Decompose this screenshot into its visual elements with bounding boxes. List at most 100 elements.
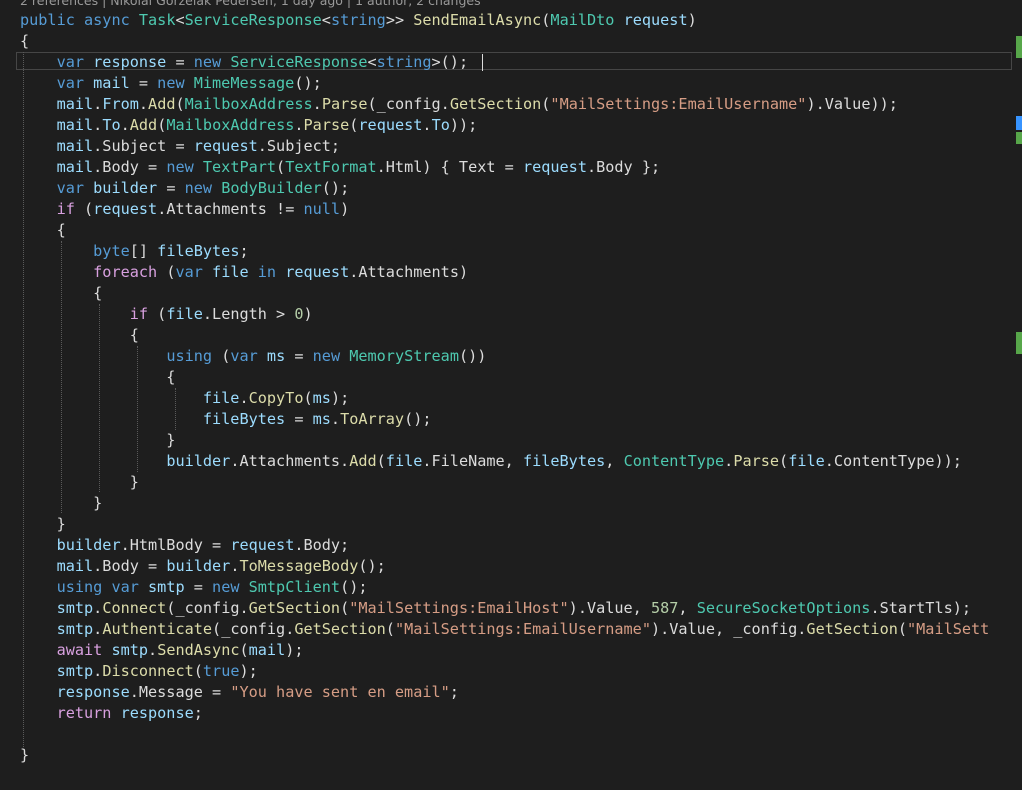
code-token: . [138, 95, 149, 113]
code-line[interactable]: mail.Subject = request.Subject; [20, 136, 340, 157]
code-token: "MailSettings:EmailUsername" [394, 620, 651, 638]
code-token: if [56, 200, 85, 218]
code-token: mail [56, 158, 94, 176]
code-token: 587 [650, 599, 679, 617]
code-token: BodyBuilder [221, 179, 322, 197]
code-line[interactable]: byte[] fileBytes; [20, 241, 248, 262]
code-line[interactable]: using var smtp = new SmtpClient(); [20, 577, 368, 598]
code-line[interactable]: } [20, 745, 29, 766]
code-token: ( [193, 662, 203, 680]
code-token: ( [376, 452, 386, 470]
code-line[interactable]: mail.To.Add(MailboxAddress.Parse(request… [20, 115, 478, 136]
code-token: MailDto [550, 11, 615, 29]
code-line[interactable]: builder.HtmlBody = request.Body; [20, 535, 350, 556]
code-line[interactable]: smtp.Connect(_config.GetSection("MailSet… [20, 598, 971, 619]
code-token: request [230, 536, 295, 554]
code-token: ) [303, 305, 313, 323]
code-token: new [184, 179, 222, 197]
code-token: request [522, 158, 587, 176]
code-token: .Attachments) [349, 263, 469, 281]
code-line[interactable]: var response = new ServiceResponse<strin… [20, 52, 469, 73]
code-token: mail [56, 137, 94, 155]
code-token: ToArray [340, 410, 405, 428]
vertical-scrollbar[interactable] [1014, 0, 1022, 790]
code-line[interactable]: } [20, 493, 102, 514]
code-token: { [20, 221, 66, 239]
code-token: "MailSettings:EmailUsername" [550, 95, 807, 113]
code-token: fileBytes [202, 410, 286, 428]
code-line[interactable]: { [20, 31, 29, 52]
code-line[interactable]: } [20, 514, 66, 535]
code-token: Disconnect [102, 662, 194, 680]
code-token: ); [330, 389, 350, 407]
change-marker [1016, 36, 1022, 58]
code-token: . [93, 662, 103, 680]
code-line[interactable]: if (file.Length > 0) [20, 304, 313, 325]
code-token: (); [404, 410, 432, 428]
code-line[interactable]: { [20, 220, 66, 241]
code-token: var [111, 578, 149, 596]
code-token: MimeMessage [193, 74, 295, 92]
code-line[interactable]: { [20, 325, 139, 346]
code-token: CopyTo [248, 389, 304, 407]
code-line[interactable]: builder.Attachments.Add(file.FileName, f… [20, 451, 962, 472]
code-line[interactable]: file.CopyTo(ms); [20, 388, 349, 409]
code-token: Add [129, 116, 158, 134]
code-token: = [285, 410, 313, 428]
code-token: ServiceResponse [230, 53, 368, 71]
code-token: Task [138, 11, 176, 29]
code-token: { [20, 326, 139, 344]
code-token: var [230, 347, 267, 365]
code-token: response [120, 704, 194, 722]
code-line[interactable]: var builder = new BodyBuilder(); [20, 178, 350, 199]
code-token: GetSection [449, 95, 542, 113]
code-line[interactable]: using (var ms = new MemoryStream()) [20, 346, 486, 367]
code-token: mail [56, 557, 94, 575]
code-token: (); [340, 578, 368, 596]
code-token: . [422, 116, 432, 134]
code-token: ; [449, 683, 459, 701]
code-token: , [605, 452, 624, 470]
code-editor[interactable]: 2 references | Nikolai Gorzelak Pedersen… [0, 0, 1014, 790]
code-line[interactable]: mail.Body = builder.ToMessageBody(); [20, 556, 386, 577]
code-line[interactable]: } [20, 430, 175, 451]
code-token: .Body = [93, 158, 167, 176]
code-line[interactable]: public async Task<ServiceResponse<string… [20, 10, 697, 31]
code-token: in [257, 263, 286, 281]
code-line[interactable]: smtp.Authenticate(_config.GetSection("Ma… [20, 619, 990, 640]
code-token: TextPart [202, 158, 277, 176]
code-token: var [56, 53, 94, 71]
code-line[interactable]: if (request.Attachments != null) [20, 199, 350, 220]
code-token: SendEmailAsync [413, 11, 542, 29]
code-line[interactable]: foreach (var file in request.Attachments… [20, 262, 468, 283]
code-token: ( [340, 599, 350, 617]
codelens-references[interactable]: 2 references | Nikolai Gorzelak Pedersen… [20, 0, 481, 9]
code-line[interactable]: return response; [20, 703, 203, 724]
code-line[interactable]: await smtp.SendAsync(mail); [20, 640, 304, 661]
code-token: = [184, 578, 213, 596]
code-line[interactable]: response.Message = "You have sent en ema… [20, 682, 459, 703]
code-line[interactable]: { [20, 367, 175, 388]
code-line[interactable]: } [20, 472, 139, 493]
code-token: mail [56, 116, 94, 134]
code-token: . [120, 116, 130, 134]
code-line[interactable]: mail.From.Add(MailboxAddress.Parse(_conf… [20, 94, 898, 115]
code-line[interactable]: { [20, 283, 102, 304]
code-line[interactable]: var mail = new MimeMessage(); [20, 73, 322, 94]
code-line[interactable]: fileBytes = ms.ToArray(); [20, 409, 432, 430]
code-token: true [202, 662, 240, 680]
code-line[interactable]: mail.Body = new TextPart(TextFormat.Html… [20, 157, 661, 178]
code-token: } [20, 494, 103, 512]
code-token: } [20, 515, 66, 533]
code-line[interactable]: smtp.Disconnect(true); [20, 661, 258, 682]
